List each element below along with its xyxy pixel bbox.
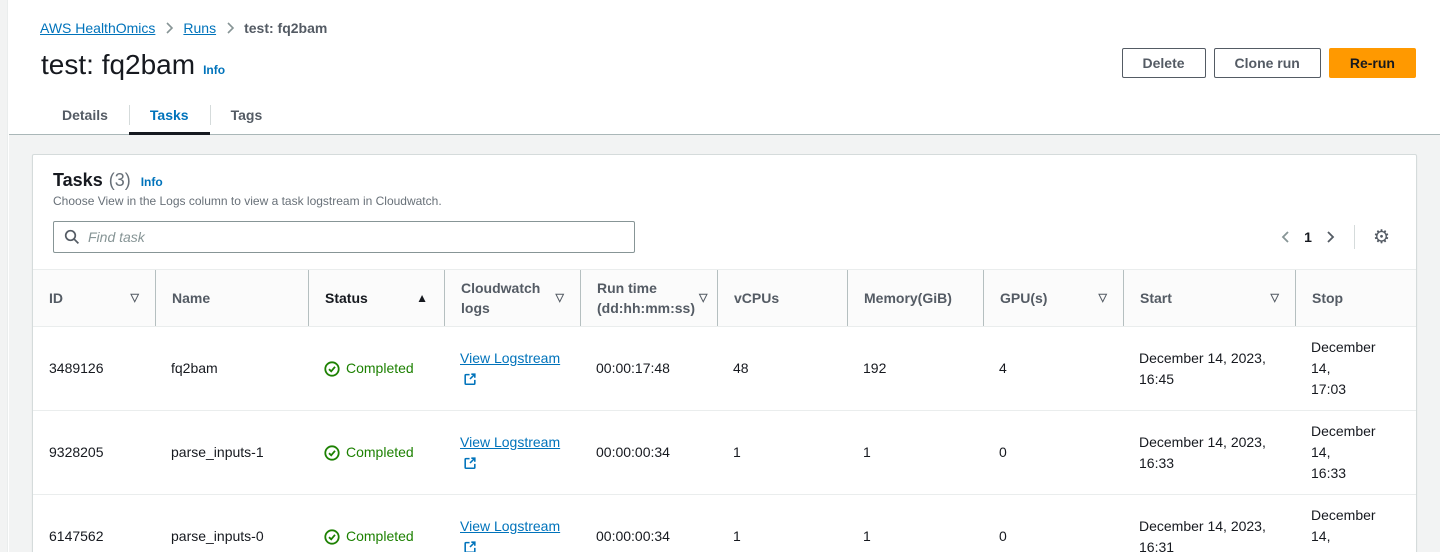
panel-title: Tasks [53, 170, 103, 191]
column-header-vcpus[interactable]: vCPUs [717, 270, 847, 326]
tasks-panel: Tasks (3) Info Choose View in the Logs c… [32, 154, 1417, 552]
cell-start: December 14, 2023,16:31 [1123, 506, 1295, 552]
column-header-status[interactable]: Status▲ [308, 270, 444, 326]
external-link-icon [463, 540, 477, 552]
gear-icon: ⚙ [1373, 228, 1390, 247]
tab-tags[interactable]: Tags [210, 98, 284, 134]
check-circle-icon [324, 361, 340, 377]
external-link-icon [463, 456, 477, 470]
breadcrumb: AWS HealthOmics Runs test: fq2bam [9, 0, 1440, 36]
pagination-next-button[interactable] [1319, 226, 1342, 248]
status-badge: Completed [324, 526, 428, 547]
column-header-gpus[interactable]: GPU(s)▽ [983, 270, 1123, 326]
search-box[interactable] [53, 221, 635, 253]
cell-memory: 1 [847, 516, 983, 552]
table-row: 9328205 parse_inputs-1 Completed View Lo… [33, 411, 1416, 495]
page-title: test: fq2bam [41, 48, 195, 82]
cell-gpus: 0 [983, 516, 1123, 552]
toolbar-divider [1354, 225, 1355, 249]
cell-memory: 192 [847, 348, 983, 389]
table-toolbar: 1 ⚙ [53, 221, 1396, 253]
tasks-table: ID▽ Name Status▲ Cloudwatch logs▽ Run ti… [33, 269, 1416, 552]
search-input[interactable] [88, 229, 624, 245]
cell-id: 3489126 [33, 348, 155, 389]
cell-name: fq2bam [155, 348, 308, 389]
cell-stop: December 14,16:31 [1295, 495, 1407, 552]
cell-id: 6147562 [33, 516, 155, 552]
sort-icon[interactable]: ▽ [556, 288, 564, 308]
column-header-id[interactable]: ID▽ [33, 270, 155, 326]
breadcrumb-current: test: fq2bam [244, 20, 327, 36]
breadcrumb-link-healthomics[interactable]: AWS HealthOmics [40, 20, 155, 36]
table-header-row: ID▽ Name Status▲ Cloudwatch logs▽ Run ti… [33, 269, 1416, 327]
external-link-icon [463, 372, 477, 386]
chevron-left-icon [1280, 230, 1291, 244]
view-logstream-link[interactable]: View Logstream [460, 518, 560, 552]
column-header-runtime[interactable]: Run time (dd:hh:mm:ss)▽ [580, 270, 717, 326]
panel-count: (3) [109, 170, 131, 191]
column-header-stop[interactable]: Stop [1295, 270, 1407, 326]
page-left-rail [0, 0, 8, 552]
cell-vcpus: 48 [717, 348, 847, 389]
panel-description: Choose View in the Logs column to view a… [53, 194, 1396, 208]
chevron-right-icon [225, 22, 235, 34]
sort-icon[interactable]: ▽ [131, 288, 139, 308]
rerun-button[interactable]: Re-run [1329, 48, 1416, 78]
cell-gpus: 4 [983, 348, 1123, 389]
cell-vcpus: 1 [717, 516, 847, 552]
status-badge: Completed [324, 358, 428, 379]
pagination-prev-button[interactable] [1274, 226, 1297, 248]
tab-bar: Details Tasks Tags [9, 98, 1440, 135]
panel-info-link[interactable]: Info [141, 175, 163, 189]
cell-runtime: 00:00:00:34 [580, 432, 717, 473]
cell-stop: December 14,16:33 [1295, 411, 1407, 494]
sort-ascending-icon[interactable]: ▲ [416, 288, 428, 308]
cell-vcpus: 1 [717, 432, 847, 473]
cell-start: December 14, 2023,16:33 [1123, 422, 1295, 484]
sort-icon[interactable]: ▽ [1099, 288, 1107, 308]
cell-runtime: 00:00:17:48 [580, 348, 717, 389]
column-header-memory[interactable]: Memory(GiB) [847, 270, 983, 326]
breadcrumb-link-runs[interactable]: Runs [183, 20, 216, 36]
delete-button[interactable]: Delete [1122, 48, 1206, 78]
cell-runtime: 00:00:00:34 [580, 516, 717, 552]
status-badge: Completed [324, 442, 428, 463]
chevron-right-icon [1325, 230, 1336, 244]
chevron-right-icon [164, 22, 174, 34]
cell-id: 9328205 [33, 432, 155, 473]
title-info-link[interactable]: Info [203, 63, 225, 82]
check-circle-icon [324, 445, 340, 461]
cell-gpus: 0 [983, 432, 1123, 473]
content-area: Tasks (3) Info Choose View in the Logs c… [9, 135, 1440, 552]
toolbar-right: 1 ⚙ [1274, 224, 1396, 251]
view-logstream-link[interactable]: View Logstream [460, 350, 560, 387]
cell-start: December 14, 2023,16:45 [1123, 338, 1295, 400]
header-actions: Delete Clone run Re-run [1122, 48, 1417, 78]
pagination-page-number[interactable]: 1 [1297, 229, 1319, 245]
tab-tasks[interactable]: Tasks [129, 98, 210, 134]
tab-details[interactable]: Details [41, 98, 129, 134]
cell-memory: 1 [847, 432, 983, 473]
column-header-name[interactable]: Name [155, 270, 308, 326]
settings-button[interactable]: ⚙ [1367, 224, 1396, 251]
page-header: test: fq2bam Info Delete Clone run Re-ru… [9, 36, 1440, 82]
column-header-start[interactable]: Start▽ [1123, 270, 1295, 326]
sort-icon[interactable]: ▽ [1271, 288, 1279, 308]
column-header-cloudwatch-logs[interactable]: Cloudwatch logs▽ [444, 270, 580, 326]
tasks-panel-header: Tasks (3) Info Choose View in the Logs c… [33, 155, 1416, 269]
sort-icon[interactable]: ▽ [699, 288, 707, 308]
check-circle-icon [324, 529, 340, 545]
table-row: 6147562 parse_inputs-0 Completed View Lo… [33, 495, 1416, 552]
cell-name: parse_inputs-0 [155, 516, 308, 552]
cell-name: parse_inputs-1 [155, 432, 308, 473]
table-row: 3489126 fq2bam Completed View Logstream … [33, 327, 1416, 411]
search-icon [64, 229, 80, 245]
clone-run-button[interactable]: Clone run [1214, 48, 1321, 78]
cell-stop: December 14,17:03 [1295, 327, 1407, 410]
view-logstream-link[interactable]: View Logstream [460, 434, 560, 471]
page: AWS HealthOmics Runs test: fq2bam test: … [9, 0, 1440, 552]
